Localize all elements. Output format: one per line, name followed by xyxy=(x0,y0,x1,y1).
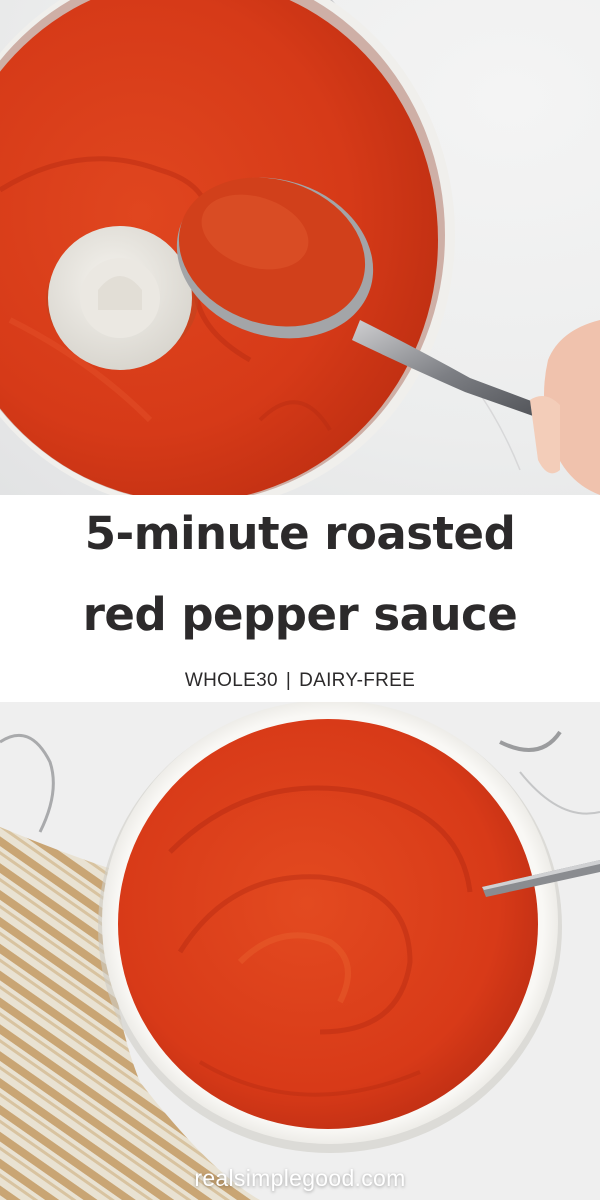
food-processor-illustration xyxy=(0,0,600,495)
pin-image: 5-minute roasted red pepper sauce WHOLE3… xyxy=(0,0,600,1200)
recipe-title-line-2: red pepper sauce xyxy=(82,588,518,641)
recipe-title-line-1: 5-minute roasted xyxy=(84,507,516,560)
food-processor-photo xyxy=(0,0,600,495)
sauce-bowl-illustration xyxy=(0,702,600,1200)
tag-whole30: WHOLE30 xyxy=(184,670,278,691)
tag-separator: | xyxy=(285,670,292,691)
sauce-bowl-photo: realsimplegood.com xyxy=(0,702,600,1200)
diet-tags: WHOLE30 | DAIRY-FREE xyxy=(0,670,600,692)
website-url[interactable]: realsimplegood.com xyxy=(0,1165,600,1192)
red-pepper-sauce xyxy=(118,719,538,1129)
tag-dairy-free: DAIRY-FREE xyxy=(299,670,416,691)
title-band: 5-minute roasted red pepper sauce WHOLE3… xyxy=(0,495,600,702)
